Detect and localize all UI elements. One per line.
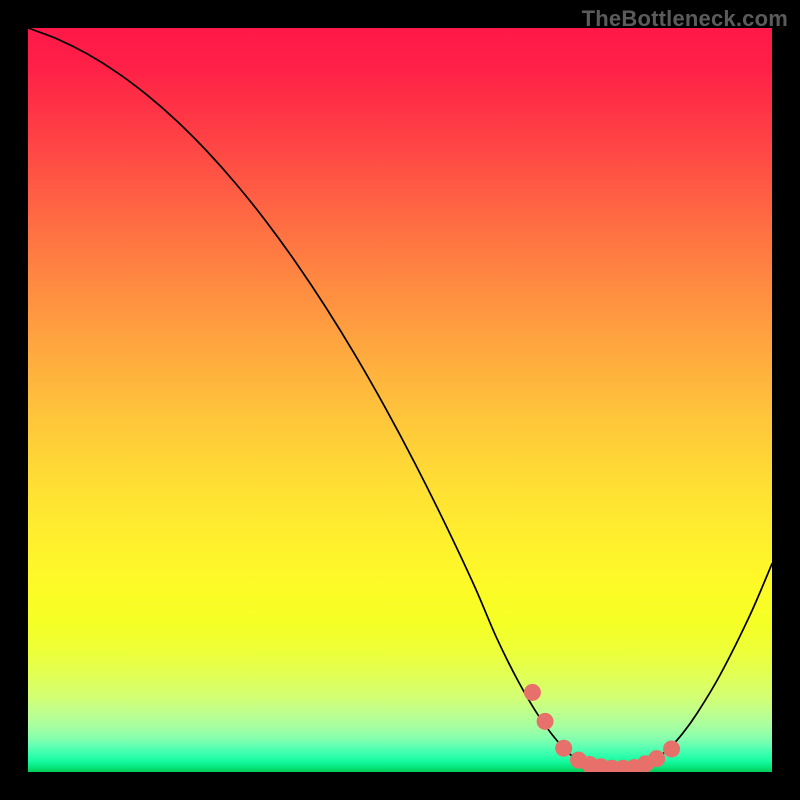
chart-background [28,28,772,772]
chart-marker [524,684,541,701]
chart-marker [663,740,680,757]
chart-marker [537,713,554,730]
chart-marker [555,740,572,757]
chart-plot-area [28,28,772,772]
chart-marker [648,750,665,767]
chart-container: TheBottleneck.com [0,0,800,800]
